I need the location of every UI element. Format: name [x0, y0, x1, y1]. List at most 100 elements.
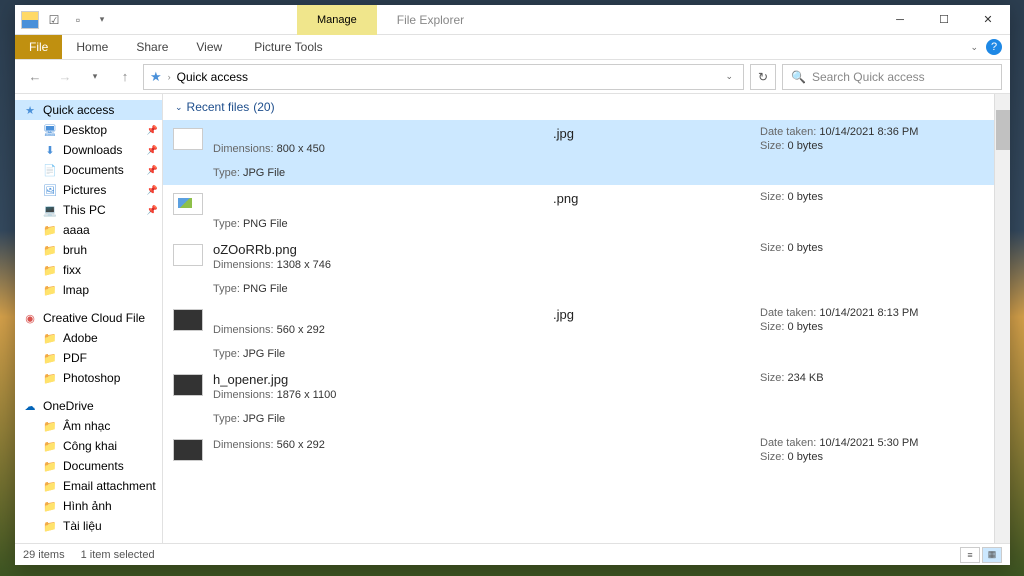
nav-folder-lmap[interactable]: 📁lmap — [15, 280, 162, 300]
star-icon: ★ — [23, 103, 37, 117]
scrollbar-thumb[interactable] — [996, 110, 1010, 150]
nav-label: Adobe — [63, 331, 98, 345]
search-placeholder: Search Quick access — [812, 70, 925, 84]
nav-pinned-this-pc[interactable]: 💻This PC📌 — [15, 200, 162, 220]
close-button[interactable]: ✕ — [966, 6, 1010, 34]
nav-onedrive[interactable]: ☁ OneDrive — [15, 396, 162, 416]
file-info: .jpgDimensions: 800 x 450Type: JPG File — [213, 126, 750, 179]
file-row[interactable]: oZOoRRb.pngDimensions: 1308 x 746Type: P… — [163, 236, 1010, 301]
nav-od-công-khai[interactable]: 📁Công khai — [15, 436, 162, 456]
group-header-recent[interactable]: ⌄ Recent files (20) — [163, 94, 1010, 120]
file-row[interactable]: Dimensions: 560 x 292 Date taken: 10/14/2… — [163, 431, 1010, 469]
minimize-button[interactable]: ─ — [878, 6, 922, 34]
nav-pinned-documents[interactable]: 📄Documents📌 — [15, 160, 162, 180]
nav-label: Email attachment — [63, 479, 156, 493]
nav-quick-access[interactable]: ★ Quick access — [15, 100, 162, 120]
nav-pinned-downloads[interactable]: ⬇Downloads📌 — [15, 140, 162, 160]
file-row[interactable]: h_opener.jpgDimensions: 1876 x 1100Type:… — [163, 366, 1010, 431]
folder-icon: 📁 — [43, 439, 57, 453]
tab-share[interactable]: Share — [122, 35, 182, 59]
titlebar: ☑ ▫ ▾ Manage File Explorer ─ ☐ ✕ — [15, 5, 1010, 35]
desk-icon: 🖥 — [43, 123, 57, 137]
tab-view[interactable]: View — [182, 35, 236, 59]
ribbon-collapse-icon[interactable]: ⌄ — [970, 42, 978, 53]
nav-od-email-attachment[interactable]: 📁 Email attachment — [15, 476, 162, 496]
nav-label: PDF — [63, 351, 87, 365]
file-row[interactable]: .jpgDimensions: 800 x 450Type: JPG FileD… — [163, 120, 1010, 185]
file-name: .jpg — [213, 126, 750, 141]
file-list[interactable]: .jpgDimensions: 800 x 450Type: JPG File D… — [163, 120, 1010, 543]
file-info: oZOoRRb.pngDimensions: 1308 x 746Type: P… — [213, 242, 750, 295]
window-controls: ─ ☐ ✕ — [878, 6, 1010, 34]
maximize-button[interactable]: ☐ — [922, 6, 966, 34]
nav-label: Documents — [63, 163, 124, 177]
view-large-button[interactable]: ▦ — [982, 547, 1002, 563]
back-button[interactable]: ← — [23, 65, 47, 89]
tab-file[interactable]: File — [15, 35, 62, 59]
status-item-count: 29 items — [23, 549, 65, 561]
folder-icon: 📁 — [43, 479, 57, 493]
file-row[interactable]: .jpgDimensions: 560 x 292Type: JPG FileD… — [163, 301, 1010, 366]
quick-access-star-icon: ★ — [150, 69, 162, 85]
nav-creative-cloud[interactable]: ◉ Creative Cloud File — [15, 308, 162, 328]
nav-od-hình-ảnh[interactable]: 📁Hình ảnh — [15, 496, 162, 516]
nav-od-documents[interactable]: 📁Documents — [15, 456, 162, 476]
file-meta-right: Date taken: 10/14/2021 5:30 PMSize: 0 by… — [760, 437, 1000, 463]
file-row[interactable]: .pngType: PNG FileSize: 0 bytes — [163, 185, 1010, 236]
nav-label: Documents — [63, 459, 124, 473]
nav-od-tài-liệu[interactable]: 📁Tài liệu — [15, 516, 162, 536]
pin-icon: 📌 — [147, 125, 158, 136]
file-name: oZOoRRb.png — [213, 242, 750, 257]
navigation-pane[interactable]: ★ Quick access 🖥Desktop📌⬇Downloads📌📄Docu… — [15, 94, 163, 543]
context-tab-manage[interactable]: Manage — [297, 5, 377, 35]
view-details-button[interactable]: ≡ — [960, 547, 980, 563]
folder-icon: 📁 — [43, 331, 57, 345]
folder-icon: 📁 — [43, 283, 57, 297]
address-bar[interactable]: ★ › Quick access ⌄ — [143, 64, 744, 90]
tab-home[interactable]: Home — [62, 35, 122, 59]
app-icon — [19, 9, 41, 31]
nav-cc-photoshop[interactable]: 📁Photoshop — [15, 368, 162, 388]
nav-label: Tài liệu — [63, 519, 102, 533]
main-pane: ⌄ Recent files (20) .jpgDimensions: 800 … — [163, 94, 1010, 543]
nav-pinned-pictures[interactable]: 🖼Pictures📌 — [15, 180, 162, 200]
new-folder-icon[interactable]: ▫ — [67, 9, 89, 31]
qat-customize-icon[interactable]: ▾ — [91, 9, 113, 31]
status-selection: 1 item selected — [81, 549, 155, 561]
vertical-scrollbar[interactable] — [994, 94, 1010, 543]
nav-folder-bruh[interactable]: 📁bruh — [15, 240, 162, 260]
file-name: .jpg — [213, 307, 750, 322]
properties-icon[interactable]: ☑ — [43, 9, 65, 31]
breadcrumb-sep-icon[interactable]: › — [168, 72, 171, 82]
address-dropdown-icon[interactable]: ⌄ — [721, 71, 737, 82]
tab-picture-tools[interactable]: Picture Tools — [240, 35, 336, 59]
pin-icon: 📌 — [147, 165, 158, 176]
folder-icon: 📁 — [43, 223, 57, 237]
nav-label: Hình ảnh — [63, 499, 112, 513]
nav-cc-pdf[interactable]: 📁PDF — [15, 348, 162, 368]
nav-folder-aaaa[interactable]: 📁aaaa — [15, 220, 162, 240]
pic-icon: 🖼 — [43, 183, 57, 197]
file-info: Dimensions: 560 x 292 — [213, 437, 750, 451]
nav-folder-fixx[interactable]: 📁fixx — [15, 260, 162, 280]
refresh-button[interactable]: ↻ — [750, 64, 776, 90]
navigation-bar: ← → ▾ ↑ ★ › Quick access ⌄ ↻ 🔍 Search Qu… — [15, 60, 1010, 94]
breadcrumb-quick-access[interactable]: Quick access — [177, 70, 248, 84]
file-thumbnail — [173, 244, 203, 266]
up-button[interactable]: ↑ — [113, 65, 137, 89]
help-icon[interactable]: ? — [986, 39, 1002, 55]
nav-od-âm-nhạc[interactable]: 📁Âm nhạc — [15, 416, 162, 436]
nav-label: This PC — [63, 203, 106, 217]
nav-cc-label: Creative Cloud File — [43, 311, 145, 325]
nav-pinned-desktop[interactable]: 🖥Desktop📌 — [15, 120, 162, 140]
file-meta-right: Date taken: 10/14/2021 8:13 PMSize: 0 by… — [760, 307, 1000, 333]
nav-cc-adobe[interactable]: 📁 Adobe — [15, 328, 162, 348]
creative-cloud-icon: ◉ — [23, 311, 37, 325]
nav-quick-access-label: Quick access — [43, 103, 114, 117]
pin-icon: 📌 — [147, 185, 158, 196]
forward-button[interactable]: → — [53, 65, 77, 89]
history-dropdown-icon[interactable]: ▾ — [83, 65, 107, 89]
file-meta-right: Size: 234 KB — [760, 372, 1000, 384]
search-input[interactable]: 🔍 Search Quick access — [782, 64, 1002, 90]
onedrive-icon: ☁ — [23, 399, 37, 413]
